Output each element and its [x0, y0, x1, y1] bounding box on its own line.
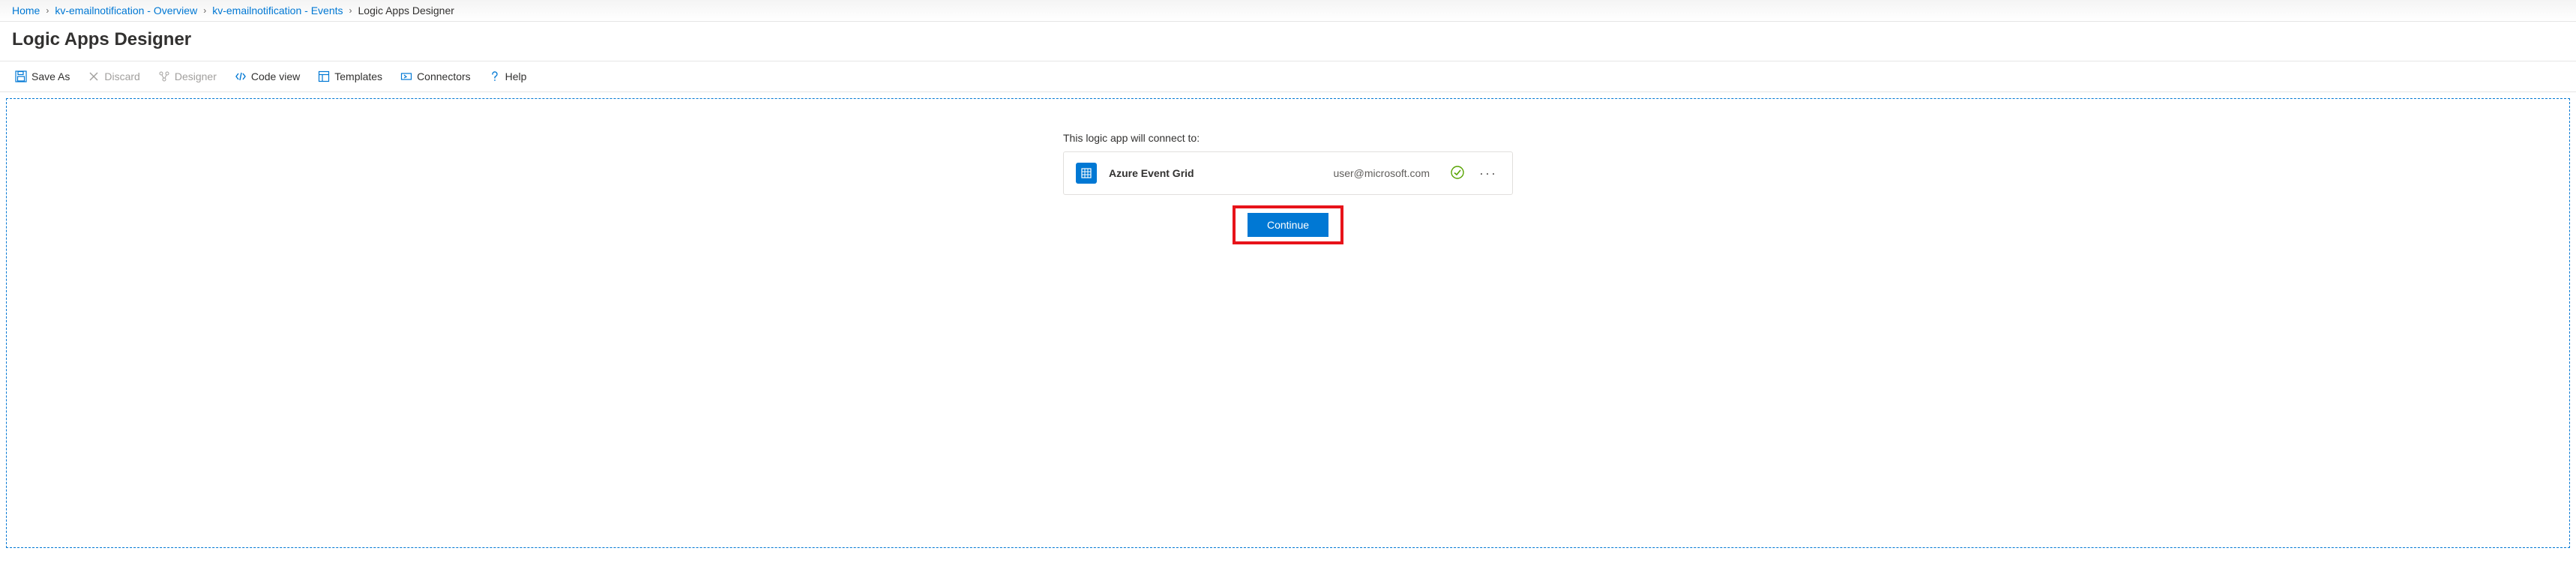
chevron-right-icon: › [203, 5, 206, 16]
help-icon [489, 70, 501, 82]
code-view-button[interactable]: Code view [232, 67, 303, 85]
templates-icon [318, 70, 330, 82]
help-button[interactable]: Help [486, 67, 530, 85]
connection-user: user@microsoft.com [1333, 167, 1430, 179]
designer-button[interactable]: Designer [155, 67, 220, 85]
highlighted-region: Continue [1233, 205, 1343, 244]
discard-button[interactable]: Discard [85, 67, 142, 85]
save-as-button[interactable]: Save As [12, 67, 73, 85]
code-view-label: Code view [251, 70, 300, 82]
templates-label: Templates [334, 70, 382, 82]
check-icon [1451, 166, 1464, 181]
designer-canvas: This logic app will connect to: Azure Ev… [6, 98, 2570, 548]
connection-name: Azure Event Grid [1109, 167, 1194, 179]
connection-card: Azure Event Grid user@microsoft.com ··· [1063, 151, 1513, 195]
continue-button[interactable]: Continue [1248, 213, 1328, 237]
designer-label: Designer [175, 70, 217, 82]
breadcrumb-events[interactable]: kv-emailnotification - Events [212, 4, 343, 16]
help-label: Help [505, 70, 527, 82]
designer-icon [158, 70, 170, 82]
page-title: Logic Apps Designer [0, 22, 2576, 61]
discard-label: Discard [104, 70, 139, 82]
breadcrumb-current: Logic Apps Designer [358, 4, 454, 16]
connectors-label: Connectors [417, 70, 471, 82]
toolbar: Save As Discard Designer Code view Templ… [0, 61, 2576, 92]
save-icon [15, 70, 27, 82]
breadcrumb-home[interactable]: Home [12, 4, 40, 16]
breadcrumb-overview[interactable]: kv-emailnotification - Overview [55, 4, 197, 16]
code-icon [235, 70, 247, 82]
templates-button[interactable]: Templates [315, 67, 385, 85]
chevron-right-icon: › [349, 5, 352, 16]
close-icon [88, 70, 100, 82]
connectors-icon [400, 70, 412, 82]
connectors-button[interactable]: Connectors [397, 67, 474, 85]
chevron-right-icon: › [46, 5, 49, 16]
event-grid-icon [1076, 163, 1097, 184]
save-as-label: Save As [31, 70, 70, 82]
more-options-button[interactable]: ··· [1476, 166, 1500, 181]
connect-label: This logic app will connect to: [1063, 132, 1513, 144]
breadcrumb: Home › kv-emailnotification - Overview ›… [0, 0, 2576, 22]
